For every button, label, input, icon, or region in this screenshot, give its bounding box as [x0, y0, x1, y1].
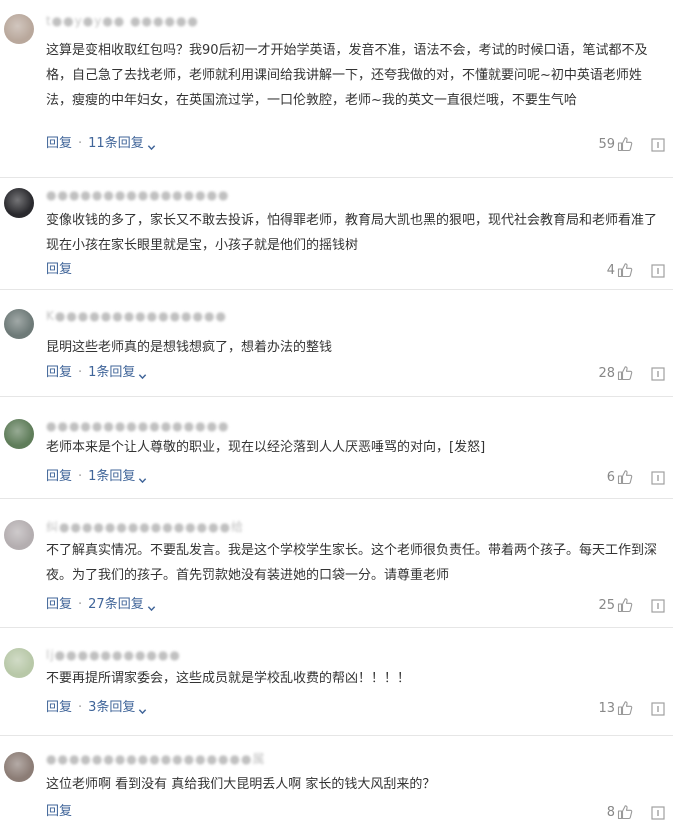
comment-text: 这算是变相收取红包吗？我90后初一才开始学英语，发音不准，语法不会，考试的时候口…: [46, 43, 648, 108]
separator-dot: ·: [78, 597, 83, 612]
avatar[interactable]: [4, 752, 34, 782]
view-replies-button[interactable]: 3条回复: [88, 698, 147, 718]
like-button[interactable]: 8: [607, 802, 633, 822]
thumbs-up-icon: [617, 136, 633, 152]
like-count: 59: [598, 136, 615, 152]
like-count: 13: [598, 700, 615, 716]
report-icon[interactable]: [651, 701, 665, 716]
chevron-down-icon: [147, 600, 156, 612]
comment-item: 纠●●●●●●●●●●●●●●●给 不了解真实情况。不要乱发言。我是这个学校学生…: [0, 499, 673, 628]
comment-actions: 回复 · 11条回复: [46, 134, 156, 154]
chevron-down-icon: [147, 139, 156, 151]
comment-text: 这位老师啊 看到没有 真给我们大昆明丢人啊 家长的钱大风刮来的？: [46, 777, 436, 792]
username[interactable]: ●●●●●●●●●●●●●●●●: [46, 419, 230, 433]
comment-actions: 回复 · 1条回复: [46, 363, 147, 383]
separator-dot: ·: [78, 469, 83, 484]
comment-actions: 回复: [46, 802, 72, 822]
like-count: 6: [606, 469, 615, 485]
username[interactable]: t●●y●y●● ●●●●●●: [46, 14, 199, 28]
avatar[interactable]: [4, 520, 34, 550]
comment-item: lj●●●●●●●●●●● 不要再提所谓家委会，这些成员就是学校乱收费的帮凶！！…: [0, 628, 673, 736]
chevron-down-icon: [138, 368, 147, 380]
thumbs-up-icon: [617, 597, 633, 613]
like-button[interactable]: 28: [598, 363, 633, 383]
like-button[interactable]: 4: [607, 260, 633, 280]
separator-dot: ·: [78, 700, 83, 715]
like-button[interactable]: 59: [598, 134, 633, 154]
chevron-down-icon: [138, 703, 147, 715]
like-count: 4: [606, 262, 615, 278]
reply-count: 1条回复: [88, 365, 136, 380]
comment-text: 老师本来是个让人尊敬的职业，现在以经沦落到人人厌恶唾骂的对向，[发怒]: [46, 440, 486, 455]
report-icon[interactable]: [651, 137, 665, 152]
reply-button[interactable]: 回复: [46, 363, 72, 383]
comment-item: K●●●●●●●●●●●●●●● 昆明这些老师真的是想钱想疯了，想着办法的整钱 …: [0, 290, 673, 397]
view-replies-button[interactable]: 27条回复: [88, 595, 156, 615]
reply-button[interactable]: 回复: [46, 260, 72, 280]
comment-text: 昆明这些老师真的是想钱想疯了，想着办法的整钱: [46, 340, 333, 355]
username[interactable]: ●●●●●●●●●●●●●●●●●●属: [46, 752, 265, 766]
reply-count: 27条回复: [88, 597, 144, 612]
comment-item: ●●●●●●●●●●●●●●●● 老师本来是个让人尊敬的职业，现在以经沦落到人人…: [0, 397, 673, 499]
report-icon[interactable]: [651, 598, 665, 613]
reply-button[interactable]: 回复: [46, 134, 72, 154]
thumbs-up-icon: [617, 700, 633, 716]
comment-text: 不了解真实情况。不要乱发言。我是这个学校学生家长。这个老师很负责任。带着两个孩子…: [46, 543, 658, 583]
thumbs-up-icon: [617, 469, 633, 485]
reply-button[interactable]: 回复: [46, 698, 72, 718]
report-icon[interactable]: [651, 470, 665, 485]
like-button[interactable]: 6: [607, 467, 633, 487]
reply-count: 3条回复: [88, 700, 136, 715]
avatar[interactable]: [4, 648, 34, 678]
comment-actions: 回复 · 27条回复: [46, 595, 156, 615]
comment-actions: 回复 · 3条回复: [46, 698, 147, 718]
reply-count: 11条回复: [88, 136, 144, 151]
reply-button[interactable]: 回复: [46, 467, 72, 487]
thumbs-up-icon: [617, 365, 633, 381]
chevron-down-icon: [138, 472, 147, 484]
comment-item: ●●●●●●●●●●●●●●●●●●属 这位老师啊 看到没有 真给我们大昆明丢人…: [0, 736, 673, 832]
separator-dot: ·: [78, 136, 83, 151]
reply-button[interactable]: 回复: [46, 802, 72, 822]
like-count: 28: [598, 365, 615, 381]
comment-text: 变像收钱的多了，家长又不敢去投诉，怕得罪老师，教育局大凯也黑的狠吧，现代社会教育…: [46, 213, 658, 253]
comment-item: ●●●●●●●●●●●●●●●● 变像收钱的多了，家长又不敢去投诉，怕得罪老师，…: [0, 178, 673, 290]
like-button[interactable]: 25: [598, 595, 633, 615]
avatar[interactable]: [4, 419, 34, 449]
username[interactable]: 纠●●●●●●●●●●●●●●●给: [46, 520, 244, 534]
report-icon[interactable]: [651, 366, 665, 381]
view-replies-button[interactable]: 11条回复: [88, 134, 156, 154]
username[interactable]: K●●●●●●●●●●●●●●●: [46, 309, 227, 323]
avatar[interactable]: [4, 188, 34, 218]
comment-actions: 回复 · 1条回复: [46, 467, 147, 487]
like-button[interactable]: 13: [598, 698, 633, 718]
avatar[interactable]: [4, 309, 34, 339]
username[interactable]: ●●●●●●●●●●●●●●●●: [46, 188, 230, 202]
report-icon[interactable]: [651, 805, 665, 820]
comment-item: t●●y●y●● ●●●●●● 这算是变相收取红包吗？我90后初一才开始学英语，…: [0, 0, 673, 178]
thumbs-up-icon: [617, 262, 633, 278]
separator-dot: ·: [78, 365, 83, 380]
view-replies-button[interactable]: 1条回复: [88, 467, 147, 487]
comment-text: 不要再提所谓家委会，这些成员就是学校乱收费的帮凶！！！！: [46, 671, 411, 686]
reply-count: 1条回复: [88, 469, 136, 484]
view-replies-button[interactable]: 1条回复: [88, 363, 147, 383]
comment-actions: 回复: [46, 260, 72, 280]
username[interactable]: lj●●●●●●●●●●●: [46, 648, 181, 662]
avatar[interactable]: [4, 14, 34, 44]
reply-button[interactable]: 回复: [46, 595, 72, 615]
report-icon[interactable]: [651, 263, 665, 278]
like-count: 8: [606, 804, 615, 820]
thumbs-up-icon: [617, 804, 633, 820]
like-count: 25: [598, 597, 615, 613]
